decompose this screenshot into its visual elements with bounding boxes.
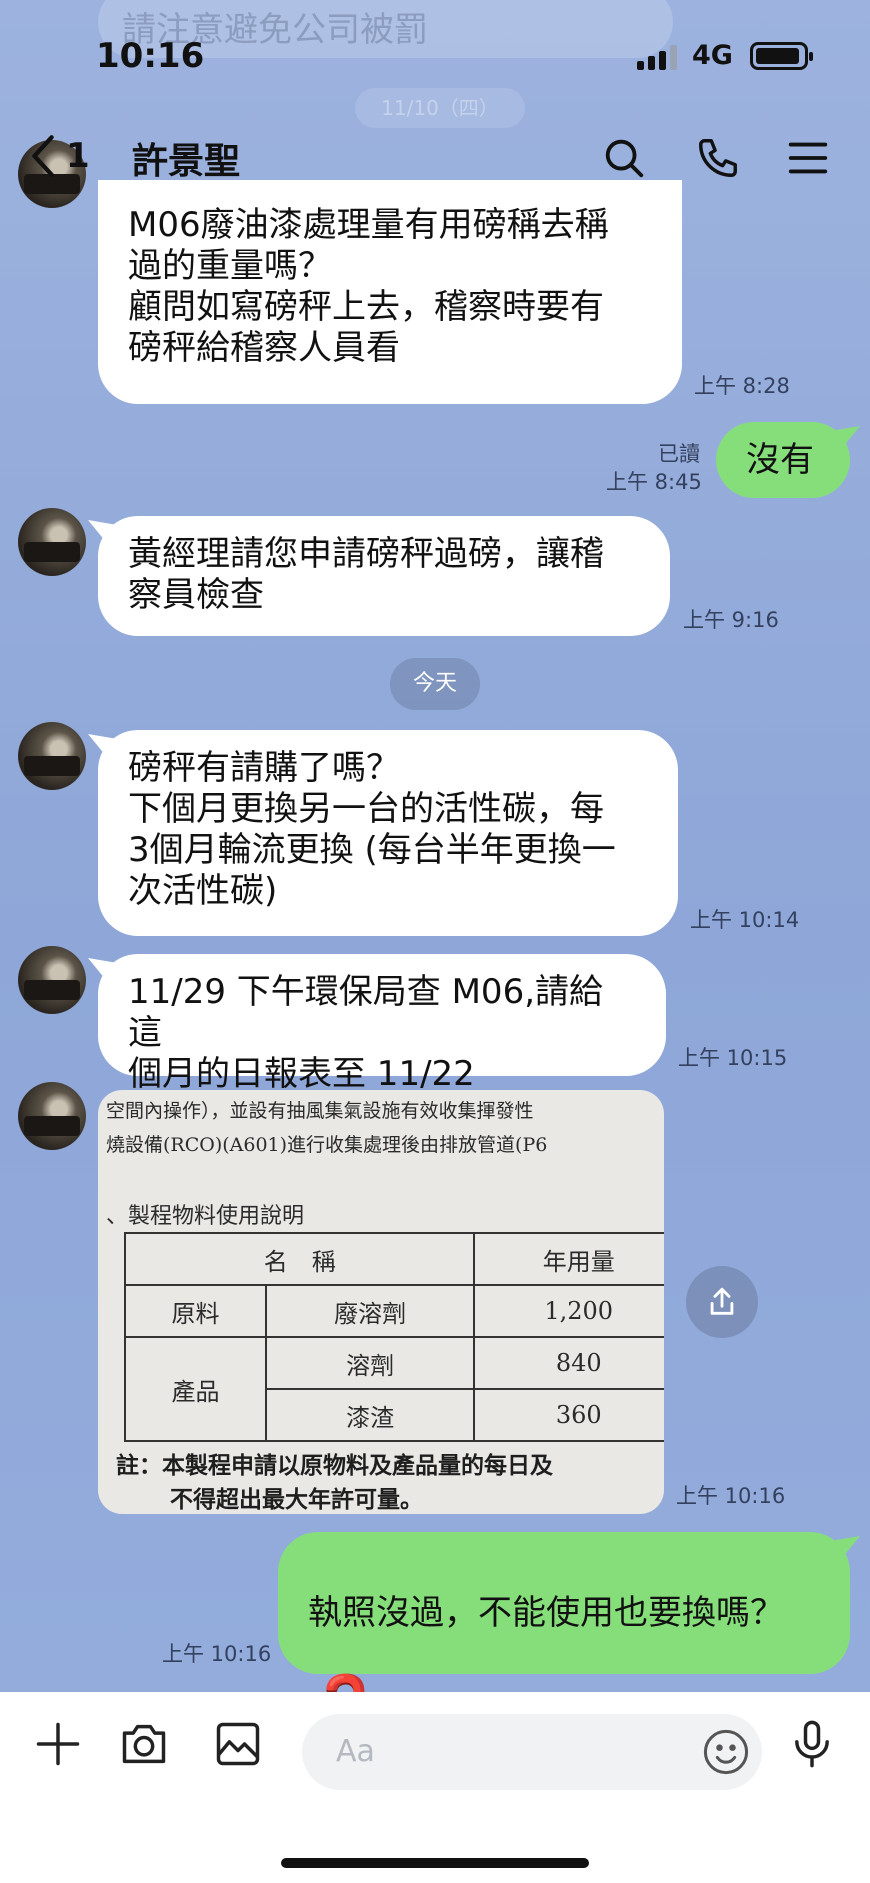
back-button[interactable]: 1	[28, 128, 98, 184]
menu-button[interactable]	[778, 128, 838, 188]
message-time: 上午 10:15	[678, 1046, 788, 1070]
phone-icon	[699, 139, 737, 177]
message-bubble-incoming[interactable]: 11/29 下午環保局查 M06,請給這 個月的日報表至 11/22	[98, 954, 666, 1094]
table-cell: 1,200	[473, 1284, 664, 1338]
table-cell: 廢溶劑	[264, 1284, 476, 1338]
status-time: 10:16	[96, 36, 205, 76]
message-time: 上午 10:16	[676, 1484, 786, 1508]
table-cell: 產品	[124, 1336, 267, 1442]
camera-button[interactable]	[112, 1712, 176, 1776]
date-separator: 今天	[390, 658, 480, 710]
document-text-line: 燒設備(RCO)(A601)進行收集處理後由排放管道(P6	[106, 1134, 548, 1156]
search-icon	[605, 139, 644, 178]
table-cell: 溶劑	[264, 1336, 476, 1390]
table-header: 名 稱	[123, 1232, 476, 1286]
message-time: 上午 10:16	[162, 1642, 272, 1666]
message-bubble-outgoing[interactable]: 執照沒過，不能使用也要換嗎？ ❓	[278, 1532, 850, 1692]
voice-button[interactable]	[780, 1712, 844, 1776]
contact-avatar[interactable]	[18, 508, 86, 576]
status-bar: 10:16 4G	[0, 0, 870, 110]
unread-count: 1	[66, 136, 90, 176]
menu-icon	[788, 142, 828, 174]
message-input[interactable]: Aa	[302, 1714, 762, 1790]
battery-icon	[750, 42, 813, 70]
contact-avatar[interactable]	[18, 1082, 86, 1150]
chevron-left-icon	[32, 135, 54, 177]
table-cell: 840	[473, 1336, 664, 1390]
message-bubble-outgoing[interactable]: 沒有	[716, 422, 850, 498]
message-bubble-incoming[interactable]: 磅秤有請購了嗎？ 下個月更換另一台的活性碳，每 3個月輪流更換 (每台半年更換一…	[98, 730, 678, 936]
add-button[interactable]	[26, 1712, 90, 1776]
message-text: M06廢油漆處理量有用磅稱去稱 過的重量嗎？ 顧問如寫磅秤上去，稽察時要有 磅秤…	[128, 205, 609, 368]
table-header: 年用量	[473, 1232, 664, 1286]
share-button[interactable]	[686, 1266, 758, 1338]
contact-avatar[interactable]	[18, 722, 86, 790]
smiley-icon	[703, 1729, 749, 1775]
search-button[interactable]	[594, 128, 654, 188]
message-time: 上午 8:28	[694, 374, 790, 398]
document-text-line: 空間內操作），並設有抽風集氣設施有效收集揮發性	[106, 1100, 534, 1122]
network-type: 4G	[692, 40, 733, 71]
contact-avatar[interactable]	[18, 946, 86, 1014]
contact-name[interactable]: 許景聖	[132, 132, 240, 184]
document-note: 不得超出最大年許可量。	[170, 1486, 423, 1513]
message-time: 上午 8:45	[606, 470, 702, 494]
image-message[interactable]: 空間內操作），並設有抽風集氣設施有效收集揮發性 燒設備(RCO)(A601)進行…	[98, 1090, 664, 1514]
message-time: 上午 9:16	[683, 608, 779, 632]
image-icon	[216, 1722, 260, 1766]
document-section-title: 、製程物料使用說明	[106, 1204, 305, 1229]
plus-icon	[36, 1722, 80, 1766]
gallery-button[interactable]	[206, 1712, 270, 1776]
microphone-icon	[795, 1720, 829, 1768]
chat-background: 請注意避免公司被罰 11/10（四） M06廢油漆處理量有用磅稱去稱 過的重量嗎…	[0, 0, 870, 1692]
table-cell: 漆渣	[264, 1388, 476, 1442]
document-table: 名 稱 年用量 原料 廢溶劑 1,200 產品 溶劑 840 漆渣 360	[123, 1232, 664, 1442]
chat-header: 1 許景聖	[0, 118, 870, 198]
home-indicator	[281, 1858, 589, 1868]
message-bubble-incoming[interactable]: 黃經理請您申請磅秤過磅，讓稽 察員檢查	[98, 516, 670, 636]
question-mark-emoji: ❓	[308, 1675, 820, 1692]
table-cell: 原料	[124, 1284, 267, 1338]
camera-icon	[122, 1724, 166, 1764]
call-button[interactable]	[688, 128, 748, 188]
table-cell: 360	[473, 1388, 664, 1442]
emoji-button[interactable]	[694, 1720, 758, 1784]
document-note: 註：本製程申請以原物料及產品量的每日及	[116, 1452, 553, 1479]
message-input-bar: Aa	[0, 1692, 870, 1883]
message-time: 上午 10:14	[690, 908, 800, 932]
message-text: 執照沒過，不能使用也要換嗎？	[308, 1593, 784, 1633]
signal-icon	[637, 44, 681, 70]
read-receipt: 已讀	[658, 442, 700, 466]
share-icon	[710, 1287, 734, 1315]
message-bubble-incoming[interactable]: M06廢油漆處理量有用磅稱去稱 過的重量嗎？ 顧問如寫磅秤上去，稽察時要有 磅秤…	[98, 180, 682, 404]
